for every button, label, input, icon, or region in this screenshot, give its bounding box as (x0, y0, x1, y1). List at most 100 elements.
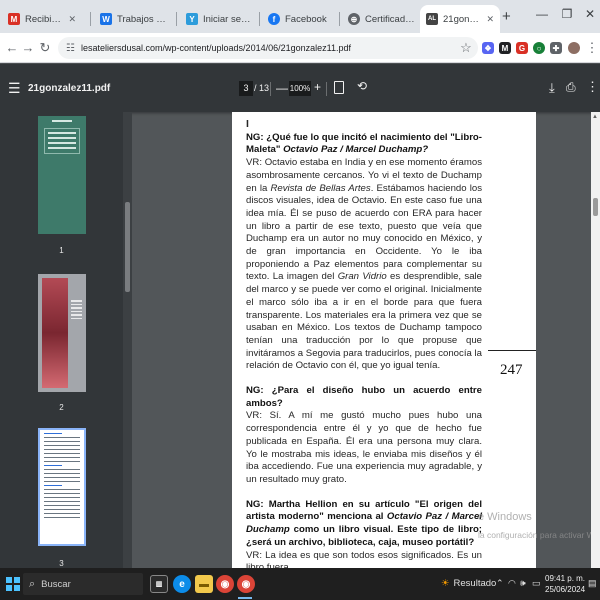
thumbnail-number: 2 (59, 403, 64, 412)
tab-workana[interactable]: W Trabajos Freelance M (94, 5, 174, 33)
url-text: lesateliersdusal.com/wp-content/uploads/… (80, 43, 351, 53)
document-title: 21gonzalez11.pdf (28, 83, 111, 94)
tab-divider (176, 12, 177, 26)
thumbnail-number: 1 (59, 246, 64, 255)
avatar[interactable] (568, 42, 580, 54)
browser-toolbar: ← → ↻ ☷ lesateliersdusal.com/wp-content/… (0, 33, 600, 63)
search-icon: ⌕ (29, 577, 36, 590)
activate-windows-watermark: e Windows (478, 511, 532, 523)
chrome-active-icon[interactable]: ◉ (237, 575, 255, 593)
facebook-icon: f (268, 13, 280, 25)
browser-tab-strip: M Recibidos (14) - natu ✕ W Trabajos Fre… (0, 0, 600, 33)
tab-divider (259, 12, 260, 26)
thumbnail-page-1[interactable] (38, 116, 86, 234)
page-number-rule (488, 350, 536, 351)
close-window-button[interactable]: ✕ (580, 7, 600, 21)
question-3: NG: Martha Hellion en su artículo "El or… (246, 499, 482, 550)
reload-icon[interactable]: ↻ (37, 40, 53, 56)
site-info-icon[interactable]: ☷ (66, 43, 75, 54)
sidebar-toggle-icon[interactable]: ☰ (8, 80, 21, 97)
tab-facebook[interactable]: f Facebook (262, 5, 338, 33)
fit-page-icon[interactable] (334, 81, 344, 94)
menu-kebab-icon[interactable]: ⋮ (584, 40, 600, 56)
close-icon[interactable]: ✕ (68, 14, 76, 25)
zoom-out-button[interactable]: — (276, 81, 288, 95)
page-body: I NG: ¿Qué fue lo que incitó el nacimien… (246, 118, 482, 568)
bookmark-star-icon[interactable]: ☆ (458, 40, 474, 56)
print-icon[interactable]: ⎙ (566, 80, 576, 95)
sidebar-scrollbar[interactable] (123, 112, 132, 568)
tab-label: Recibidos (14) - natu (25, 13, 64, 25)
taskbar-search[interactable]: ⌕ Buscar (23, 573, 143, 595)
pdf-icon: AL (426, 13, 438, 25)
answer-3: VR: La idea es que son todos esos signif… (246, 549, 482, 569)
address-bar[interactable]: ☷ lesateliersdusal.com/wp-content/upload… (58, 37, 478, 59)
rotate-icon[interactable]: ⟲ (357, 79, 367, 93)
thumbnail-sidebar: 1 2 3 (0, 112, 123, 568)
weather-text: Resultado (453, 578, 497, 589)
active-app-indicator (238, 597, 252, 599)
restore-button[interactable]: ❐ (557, 7, 577, 21)
question-1: NG: ¿Qué fue lo que incitó el nacimiento… (246, 132, 482, 157)
search-placeholder: Buscar (41, 578, 71, 590)
thumbnail-number: 3 (59, 559, 64, 568)
zoom-in-button[interactable]: + (314, 80, 321, 94)
extension-grammar-icon[interactable]: G (516, 42, 528, 54)
file-explorer-icon[interactable]: ▬ (195, 575, 213, 593)
tab-divider (90, 12, 91, 26)
volume-icon[interactable]: 🕪 (520, 578, 526, 589)
answer-1-italic: Gran Vidrio (337, 271, 387, 283)
tab-certificado[interactable]: ⊕ Certificado Anáhuac (342, 5, 422, 33)
toolbar-divider (326, 82, 327, 96)
back-arrow-icon[interactable]: ← (4, 40, 20, 55)
minimize-button[interactable]: — (532, 7, 552, 21)
question-1-title: Octavio Paz / Marcel Duchamp? (283, 144, 429, 156)
thumbnail-page-3[interactable] (38, 428, 86, 546)
edge-icon[interactable]: e (173, 575, 191, 593)
tab-login[interactable]: Y Iniciar sesión para co (180, 5, 260, 33)
download-icon[interactable]: ⤓ (549, 80, 555, 96)
viewer-scrollbar[interactable]: ▲ (591, 112, 600, 568)
chrome-icon[interactable]: ◉ (216, 575, 234, 593)
wifi-icon[interactable]: ◠ (508, 578, 516, 589)
windows-taskbar: ⌕ Buscar ▥ e ▬ ◉ ◉ ☀ Resultado ⌃ ◠ 🕪 ▭ 0… (0, 568, 600, 600)
tab-divider (339, 12, 340, 26)
task-view-icon[interactable]: ▥ (150, 575, 168, 593)
tab-label: Trabajos Freelance M (117, 13, 168, 25)
weather-widget[interactable]: ☀ Resultado (441, 578, 496, 589)
thumbnail-page-2[interactable] (38, 274, 86, 392)
tab-label: Certificado Anáhuac (365, 13, 416, 25)
more-actions-icon[interactable]: ⋮ (586, 79, 599, 95)
answer-1-italic: Revista de Bellas Artes (270, 182, 371, 194)
scrollbar-thumb[interactable] (593, 198, 598, 216)
tab-pdf[interactable]: AL 21gonzalez11.pdf ✕ (420, 5, 500, 33)
extensions-puzzle-icon[interactable]: ✚ (550, 42, 562, 54)
zoom-level-input[interactable]: 100% (289, 81, 311, 96)
tab-label: Facebook (285, 13, 327, 25)
answer-2: VR: Sí. A mí me gustó mucho pues hubo un… (246, 410, 482, 485)
toolbar-divider (270, 82, 271, 96)
printed-page-number: 247 (500, 362, 523, 378)
page-count: / 13 (254, 83, 270, 93)
windows-start-icon[interactable] (6, 577, 20, 591)
pdf-toolbar: ☰ 21gonzalez11.pdf 3 / 13 — 100% + ⟲ ⤓ ⎙… (0, 64, 600, 112)
globe-icon: ⊕ (348, 13, 360, 25)
close-icon[interactable]: ✕ (486, 14, 494, 25)
notification-icon[interactable]: ▤ (588, 578, 597, 589)
answer-1-part: es desprendible, sale del marco y se pue… (246, 271, 483, 372)
new-tab-button[interactable]: + (502, 8, 511, 25)
yoast-icon: Y (186, 13, 198, 25)
extension-icon[interactable]: ❖ (482, 42, 494, 54)
extension-green-icon[interactable]: ○ (533, 42, 545, 54)
weather-sun-icon: ☀ (441, 578, 450, 589)
forward-arrow-icon[interactable]: → (20, 40, 36, 55)
scroll-up-icon[interactable]: ▲ (592, 114, 598, 120)
battery-icon[interactable]: ▭ (532, 578, 541, 589)
workana-icon: W (100, 13, 112, 25)
extension-m-icon[interactable]: M (499, 42, 511, 54)
pdf-page: I NG: ¿Qué fue lo que incitó el nacimien… (232, 112, 536, 568)
tray-chevron-icon[interactable]: ⌃ (496, 578, 504, 589)
tab-gmail[interactable]: M Recibidos (14) - natu ✕ (2, 5, 82, 33)
system-clock[interactable]: 09:41 p. m. 25/06/2024 (545, 573, 585, 595)
page-number-input[interactable]: 3 (239, 81, 253, 96)
